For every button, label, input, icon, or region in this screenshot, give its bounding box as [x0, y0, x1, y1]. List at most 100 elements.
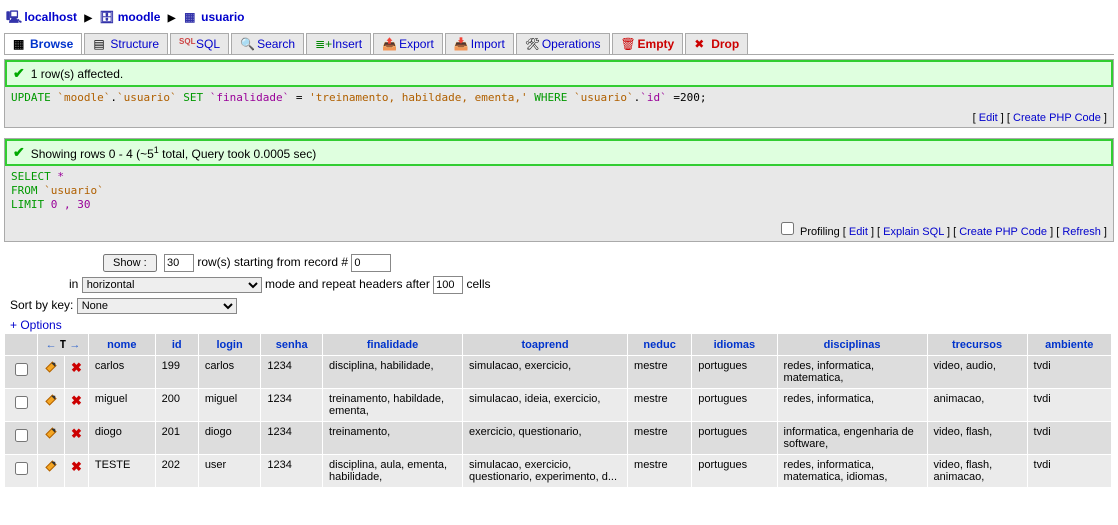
tab-bar: ▦Browse ▤Structure SQLSQL 🔍Search ≣+Inse…: [4, 33, 1114, 55]
profiling-checkbox[interactable]: [781, 222, 794, 235]
cell-ambiente: tvdi: [1027, 389, 1111, 422]
refresh-link[interactable]: Refresh: [1062, 226, 1101, 238]
row-checkbox[interactable]: [15, 462, 28, 475]
delete-icon[interactable]: ✖: [71, 459, 82, 474]
export-icon: 📤: [382, 37, 396, 51]
tab-structure[interactable]: ▤Structure: [84, 33, 168, 54]
server-icon: 🖳: [6, 8, 20, 29]
cell-idiomas: portugues: [692, 389, 777, 422]
show-button[interactable]: Show :: [103, 254, 157, 272]
delete-icon[interactable]: ✖: [71, 393, 82, 408]
row-checkbox[interactable]: [15, 396, 28, 409]
operations-icon: 🛠: [525, 37, 539, 51]
cell-neduc: mestre: [628, 389, 692, 422]
create-php-link[interactable]: Create PHP Code: [1013, 112, 1101, 124]
cell-trecursos: video, flash,: [927, 422, 1027, 455]
edit-query-link[interactable]: Edit: [979, 112, 998, 124]
arrow-left-icon[interactable]: ←: [46, 339, 57, 351]
cell-login: user: [198, 455, 261, 488]
cell-nome: miguel: [88, 389, 155, 422]
options-toggle[interactable]: + Options: [4, 316, 1114, 334]
cell-finalidade: treinamento,: [323, 422, 463, 455]
table-row: ✖TESTE202user1234disciplina, aula, ement…: [5, 455, 1112, 488]
cell-idiomas: portugues: [692, 356, 777, 389]
edit-query-link[interactable]: Edit: [849, 226, 868, 238]
cell-nome: TESTE: [88, 455, 155, 488]
action-header: ← T →: [38, 334, 89, 356]
cell-id: 201: [155, 422, 198, 455]
tab-operations[interactable]: 🛠Operations: [516, 33, 610, 54]
repeat-input[interactable]: [433, 276, 463, 294]
message-header: ✔ Showing rows 0 - 4 (~51 total, Query t…: [5, 139, 1113, 166]
delete-icon[interactable]: ✖: [71, 360, 82, 375]
cell-disciplinas: redes, informatica, matematica,: [777, 356, 927, 389]
pagination-controls: Show : row(s) starting from record #: [4, 252, 1114, 274]
cell-neduc: mestre: [628, 356, 692, 389]
arrow-right-icon[interactable]: →: [69, 339, 80, 351]
explain-sql-link[interactable]: Explain SQL: [883, 226, 944, 238]
tab-sql[interactable]: SQLSQL: [170, 33, 229, 54]
cell-ambiente: tvdi: [1027, 455, 1111, 488]
col-finalidade: finalidade: [323, 334, 463, 356]
cell-idiomas: portugues: [692, 422, 777, 455]
profiling-label: Profiling: [800, 226, 840, 238]
cell-idiomas: portugues: [692, 455, 777, 488]
col-ambiente: ambiente: [1027, 334, 1111, 356]
toggle-header[interactable]: T: [60, 338, 67, 351]
sort-select[interactable]: None: [77, 298, 237, 314]
breadcrumb-table[interactable]: usuario: [201, 10, 244, 24]
cell-finalidade: disciplina, habilidade,: [323, 356, 463, 389]
mode-select[interactable]: horizontal: [82, 277, 262, 293]
cells-label: cells: [467, 277, 491, 291]
cell-toaprend: simulacao, exercicio, questionario, expe…: [463, 455, 628, 488]
tab-search[interactable]: 🔍Search: [231, 33, 304, 54]
tab-export[interactable]: 📤Export: [373, 33, 443, 54]
message-box-select: ✔ Showing rows 0 - 4 (~51 total, Query t…: [4, 138, 1114, 242]
tab-browse[interactable]: ▦Browse: [4, 33, 82, 54]
col-toaprend: toaprend: [463, 334, 628, 356]
col-idiomas: idiomas: [692, 334, 777, 356]
cell-login: diogo: [198, 422, 261, 455]
tab-import[interactable]: 📥Import: [445, 33, 514, 54]
table-row: ✖carlos199carlos1234disciplina, habilida…: [5, 356, 1112, 389]
breadcrumb-server[interactable]: localhost: [24, 10, 77, 24]
edit-icon[interactable]: [41, 456, 61, 476]
message-header: ✔ 1 row(s) affected.: [5, 60, 1113, 87]
database-icon: 🗄: [99, 10, 113, 24]
message-footer: Profiling [ Edit ] [ Explain SQL ] [ Cre…: [5, 216, 1113, 241]
cell-senha: 1234: [261, 356, 323, 389]
edit-icon[interactable]: [41, 423, 61, 443]
cell-trecursos: animacao,: [927, 389, 1027, 422]
cell-ambiente: tvdi: [1027, 356, 1111, 389]
tab-drop[interactable]: ✖Drop: [685, 33, 748, 54]
edit-icon[interactable]: [41, 390, 61, 410]
breadcrumb-db[interactable]: moodle: [118, 10, 161, 24]
row-checkbox[interactable]: [15, 429, 28, 442]
rows-input[interactable]: [164, 254, 194, 272]
browse-icon: ▦: [13, 37, 27, 51]
cell-nome: carlos: [88, 356, 155, 389]
tab-insert[interactable]: ≣+Insert: [306, 33, 371, 54]
cell-neduc: mestre: [628, 455, 692, 488]
message-footer: [ Edit ] [ Create PHP Code ]: [5, 109, 1113, 127]
cell-trecursos: video, flash, animacao,: [927, 455, 1027, 488]
edit-icon[interactable]: [41, 357, 61, 377]
cell-senha: 1234: [261, 422, 323, 455]
chevron-right-icon: ▶: [168, 13, 176, 24]
results-table: ← T → nome id login senha finalidade toa…: [4, 334, 1112, 488]
select-all-header: [5, 334, 38, 356]
start-record-input[interactable]: [351, 254, 391, 272]
col-neduc: neduc: [628, 334, 692, 356]
row-checkbox[interactable]: [15, 363, 28, 376]
create-php-link[interactable]: Create PHP Code: [959, 226, 1047, 238]
cell-toaprend: simulacao, ideia, exercicio,: [463, 389, 628, 422]
col-login: login: [198, 334, 261, 356]
cell-id: 200: [155, 389, 198, 422]
tab-empty[interactable]: 🗑Empty: [612, 33, 684, 54]
delete-icon[interactable]: ✖: [71, 426, 82, 441]
cell-finalidade: treinamento, habildade, ementa,: [323, 389, 463, 422]
cell-disciplinas: informatica, engenharia de software,: [777, 422, 927, 455]
table-row: ✖diogo201diogo1234treinamento,exercicio,…: [5, 422, 1112, 455]
cell-ambiente: tvdi: [1027, 422, 1111, 455]
col-disciplinas: disciplinas: [777, 334, 927, 356]
